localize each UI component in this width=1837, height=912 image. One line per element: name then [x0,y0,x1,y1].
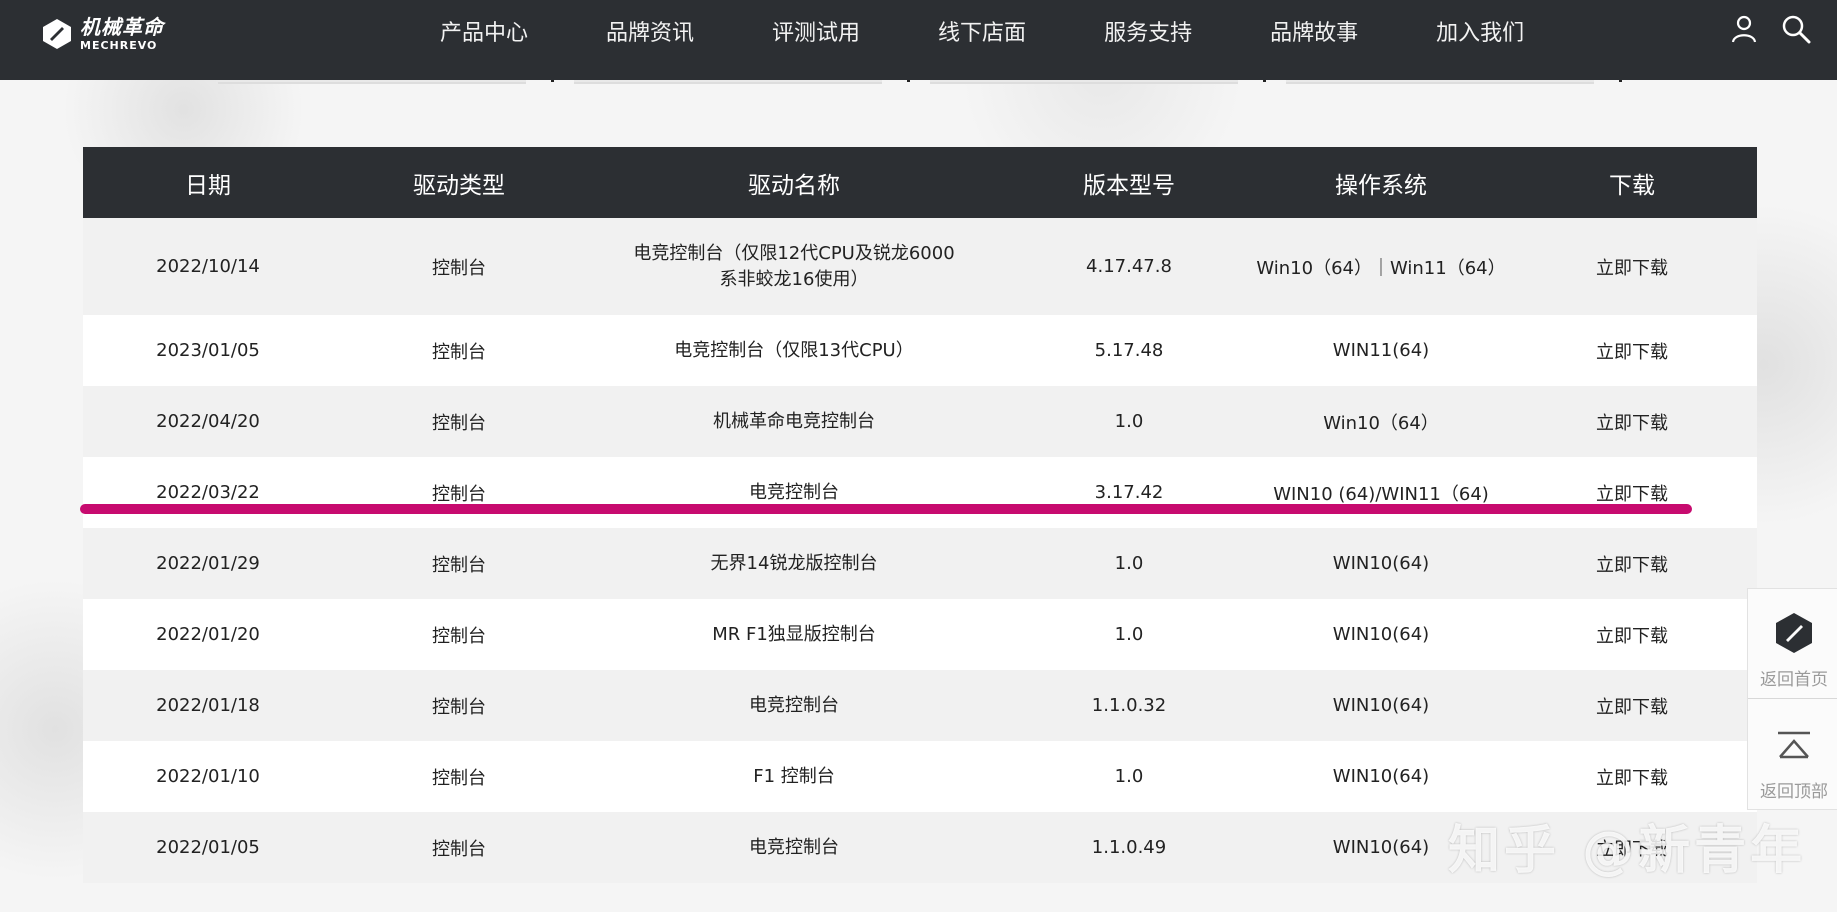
nav-item-reviews[interactable]: 评测试用 [772,15,860,47]
side-float-panel: 返回首页 返回顶部 [1747,588,1837,810]
cell-driver-type: 控制台 [432,412,486,434]
cell-driver-name: 电竞控制台 [749,694,839,716]
download-link[interactable]: 立即下载 [1507,599,1757,670]
cell-driver-name: 电竞控制台（仅限12代CPU及锐龙6000系非蛟龙16使用） [633,242,955,290]
download-link[interactable]: 立即下载 [1507,741,1757,812]
back-to-home-button[interactable]: 返回首页 [1748,589,1837,699]
cell-driver-type: 控制台 [432,838,486,860]
back-to-home-label: 返回首页 [1760,670,1828,690]
table-row: 2022/04/20 控制台 机械革命电竞控制台 1.0 Win10（64） 立… [83,386,1757,457]
table-row: 2022/01/10 控制台 F1 控制台 1.0 WIN10(64) 立即下载 [83,741,1757,812]
table-row: 2022/10/14 控制台 电竞控制台（仅限12代CPU及锐龙6000系非蛟龙… [83,218,1757,315]
cell-driver-type: 控制台 [432,696,486,718]
cell-os: WIN10 (64)/WIN11（64) [1273,483,1489,505]
cell-os: WIN10(64) [1332,766,1430,787]
cell-driver-name: 电竞控制台 [749,481,839,503]
cell-date: 2022/01/05 [156,837,260,858]
logo-chinese-name: 机械革命 [80,15,164,39]
cell-date: 2022/01/10 [156,766,260,787]
top-navigation-bar: 机械革命 MECHREVO 产品中心 品牌资讯 评测试用 线下店面 服务支持 品… [0,0,1837,80]
table-row: 2022/01/29 控制台 无界14锐龙版控制台 1.0 WIN10(64) … [83,528,1757,599]
cell-version: 1.0 [1114,624,1144,645]
cell-version: 1.0 [1114,766,1144,787]
column-header-version: 版本型号 [1083,172,1175,199]
cell-os: Win10（64）｜Win11（64） [1256,257,1506,279]
cell-version: 1.1.0.49 [1091,837,1167,858]
download-link[interactable]: 立即下载 [1507,315,1757,386]
download-link[interactable]: 立即下载 [1507,528,1757,599]
column-header-driver-name: 驱动名称 [748,172,840,199]
cell-driver-name: F1 控制台 [753,765,835,787]
download-link[interactable]: 立即下载 [1507,670,1757,741]
search-icon[interactable] [1781,14,1811,44]
cell-driver-type: 控制台 [432,767,486,789]
cell-version: 4.17.47.8 [1086,256,1172,277]
cell-driver-name: MR F1独显版控制台 [712,623,876,645]
driver-table: 日期 驱动类型 驱动名称 版本型号 操作系统 下载 2022/10/14 控制台… [83,147,1757,883]
cell-date: 2022/03/22 [156,482,260,503]
cell-os: Win10（64） [1323,412,1439,434]
cell-version: 1.0 [1114,553,1144,574]
home-logo-icon [1776,613,1812,653]
cell-driver-name: 机械革命电竞控制台 [713,410,875,432]
nav-item-support[interactable]: 服务支持 [1104,15,1192,47]
cell-date: 2022/01/29 [156,553,260,574]
user-icon[interactable] [1729,14,1759,44]
download-link[interactable]: 立即下载 [1507,457,1757,528]
column-header-download: 下载 [1609,172,1655,199]
cell-driver-name: 电竞控制台（仅限13代CPU） [674,339,914,361]
table-row: 2022/03/22 控制台 电竞控制台 3.17.42 WIN10 (64)/… [83,457,1757,528]
nav-item-news[interactable]: 品牌资讯 [606,15,694,47]
cell-driver-type: 控制台 [432,257,486,279]
download-link[interactable]: 立即下载 [1507,218,1757,315]
download-link[interactable]: 立即下载 [1507,386,1757,457]
arrow-up-icon [1778,731,1810,759]
cell-driver-name: 电竞控制台 [749,836,839,858]
table-row: 2022/01/18 控制台 电竞控制台 1.1.0.32 WIN10(64) … [83,670,1757,741]
cell-version: 1.1.0.32 [1091,695,1167,716]
cell-version: 1.0 [1114,411,1144,432]
table-row: 2022/01/20 控制台 MR F1独显版控制台 1.0 WIN10(64)… [83,599,1757,670]
table-row: 2023/01/05 控制台 电竞控制台（仅限13代CPU） 5.17.48 W… [83,315,1757,386]
table-header-row: 日期 驱动类型 驱动名称 版本型号 操作系统 下载 [83,147,1757,218]
cell-version: 3.17.42 [1094,482,1164,503]
back-to-top-button[interactable]: 返回顶部 [1748,701,1837,811]
nav-item-products[interactable]: 产品中心 [440,15,528,47]
logo-english-name: MECHREVO [80,39,158,52]
cell-os: WIN11(64) [1332,340,1430,361]
cell-date: 2022/04/20 [156,411,260,432]
column-header-os: 操作系统 [1335,172,1427,199]
logo-icon [43,19,71,49]
column-header-date: 日期 [185,172,231,199]
cell-os: WIN10(64) [1332,624,1430,645]
cell-version: 5.17.48 [1094,340,1164,361]
main-nav: 产品中心 品牌资讯 评测试用 线下店面 服务支持 品牌故事 加入我们 [440,0,1524,62]
column-header-driver-type: 驱动类型 [413,172,505,199]
back-to-top-label: 返回顶部 [1760,782,1828,802]
cell-date: 2023/01/05 [156,340,260,361]
cell-driver-type: 控制台 [432,554,486,576]
nav-item-stores[interactable]: 线下店面 [938,15,1026,47]
cell-date: 2022/01/20 [156,624,260,645]
highlight-underline [80,504,1692,514]
cell-os: WIN10(64) [1332,695,1430,716]
nav-item-brand-story[interactable]: 品牌故事 [1270,15,1358,47]
brand-logo[interactable]: 机械革命 MECHREVO [40,14,170,54]
cell-driver-type: 控制台 [432,483,486,505]
cell-os: WIN10(64) [1332,553,1430,574]
cell-date: 2022/01/18 [156,695,260,716]
cell-driver-type: 控制台 [432,625,486,647]
cell-driver-name: 无界14锐龙版控制台 [710,552,878,574]
watermark-text: 知乎 @新青年 [1448,821,1807,881]
cell-driver-type: 控制台 [432,341,486,363]
nav-item-join-us[interactable]: 加入我们 [1436,15,1524,47]
header-icons [1729,14,1811,44]
cell-date: 2022/10/14 [156,256,260,277]
